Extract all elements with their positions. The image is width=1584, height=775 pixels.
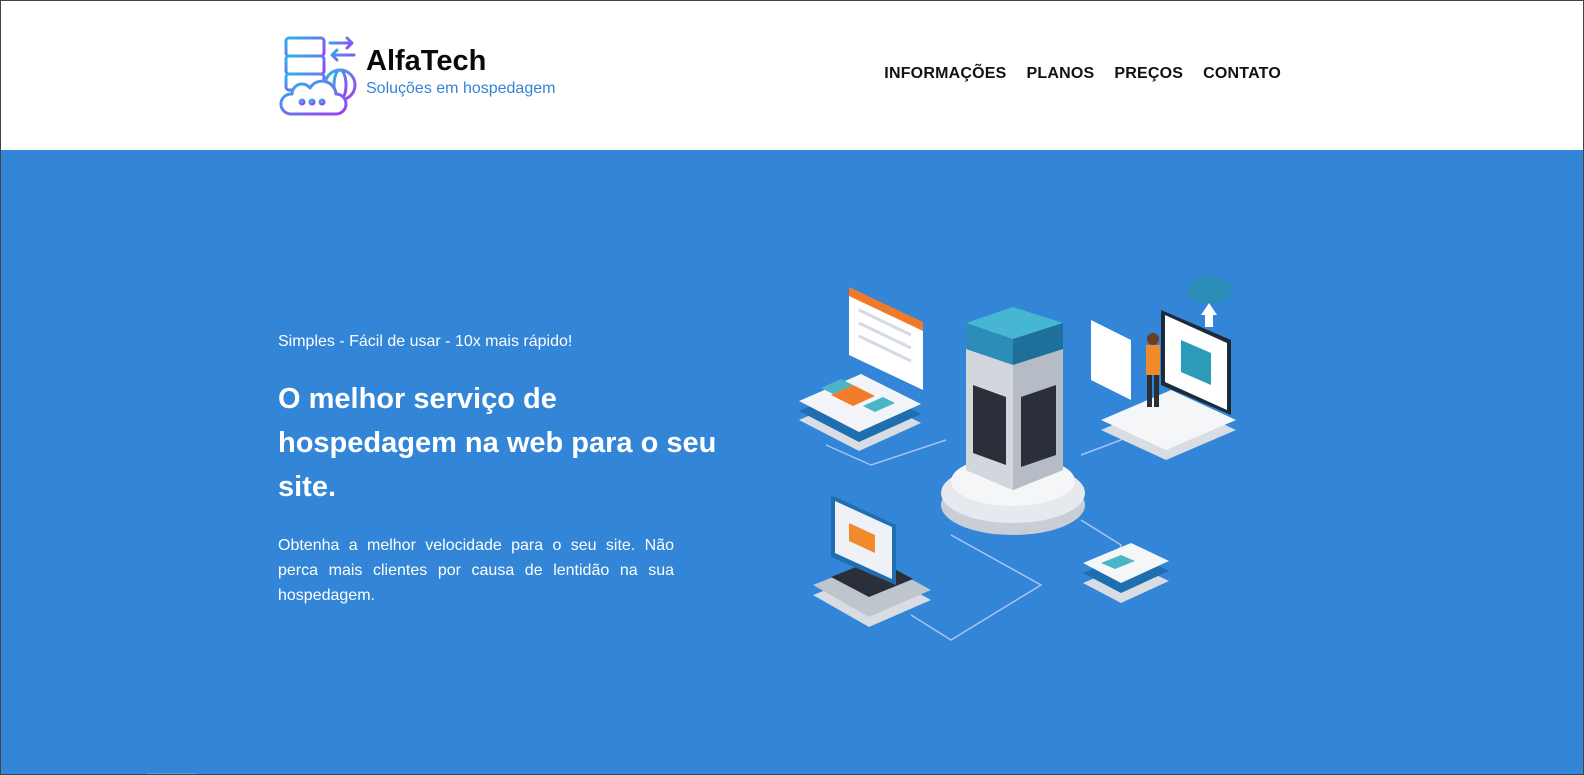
hero-section: Simples - Fácil de usar - 10x mais rápid…	[1, 150, 1583, 774]
brand-block: AlfaTech Soluções em hospedagem	[366, 45, 555, 98]
hero-kicker: Simples - Fácil de usar - 10x mais rápid…	[278, 333, 573, 350]
right-tablet-illustration	[1083, 543, 1169, 603]
hero-title: O melhor serviço de hospedagem na web pa…	[278, 383, 717, 503]
server-cloud-icon	[279, 36, 357, 116]
nav-item-informacoes[interactable]: INFORMAÇÕES	[884, 65, 1006, 83]
laptop-illustration	[813, 495, 931, 627]
person-dashboard-illustration	[1091, 276, 1236, 460]
logo-link[interactable]: AlfaTech Soluções em hospedagem	[278, 35, 555, 117]
left-tablet-illustration	[799, 374, 921, 451]
nav-item-contato[interactable]: CONTATO	[1203, 65, 1281, 83]
nav-item-planos[interactable]: PLANOS	[1027, 65, 1095, 83]
hosting-illustration	[799, 276, 1236, 641]
brand-tagline: Soluções em hospedagem	[366, 80, 556, 97]
hero-text: Simples - Fácil de usar - 10x mais rápid…	[278, 333, 738, 608]
nav-item-precos[interactable]: PREÇOS	[1114, 65, 1183, 83]
main-nav: INFORMAÇÕES PLANOS PREÇOS CONTATO	[884, 65, 1281, 83]
hero-description: Obtenha a melhor velocidade para o seu s…	[278, 537, 674, 604]
page: AlfaTech Soluções em hospedagem INFORMAÇ…	[0, 0, 1584, 775]
site-header: AlfaTech Soluções em hospedagem INFORMAÇ…	[1, 1, 1583, 150]
central-server-illustration	[941, 307, 1085, 535]
brand-name: AlfaTech	[366, 45, 487, 77]
